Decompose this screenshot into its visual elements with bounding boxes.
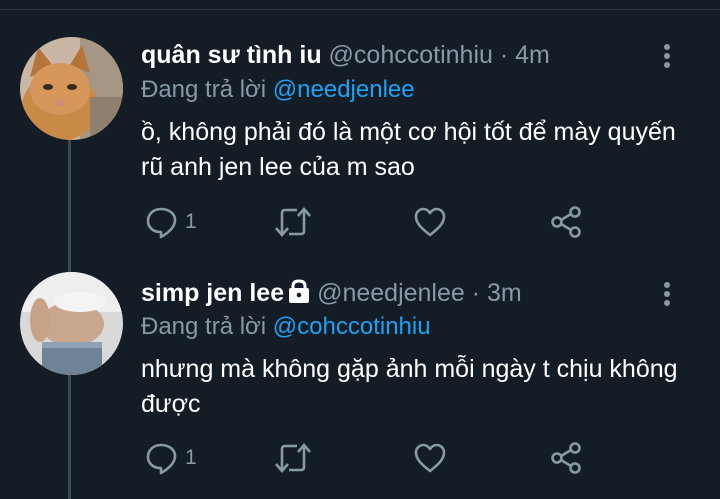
- heart-icon: [414, 207, 446, 237]
- replying-to-line: Đang trả lời @cohccotinhiu: [141, 312, 431, 342]
- reply-count: 1: [185, 210, 197, 233]
- tweet-actions: 1: [141, 438, 601, 478]
- tweet-text: ồ, không phải đó là một cơ hội tốt để mà…: [141, 118, 676, 181]
- username[interactable]: @cohccotinhiu: [329, 41, 493, 69]
- tweet-text: nhưng mà không gặp ảnh mỗi ngày t chịu k…: [141, 355, 678, 418]
- tweet-header: simp jen lee @needjenlee · 3m: [141, 278, 522, 308]
- reply-button[interactable]: 1: [145, 202, 197, 242]
- share-icon: [551, 206, 581, 238]
- retweet-button[interactable]: [273, 202, 313, 242]
- replying-to-line: Đang trả lời @needjenlee: [141, 75, 415, 105]
- more-options-button[interactable]: [662, 44, 672, 71]
- replying-to-label: Đang trả lời: [141, 76, 267, 103]
- display-name[interactable]: simp jen lee: [141, 279, 284, 307]
- retweet-button[interactable]: [273, 438, 313, 478]
- replying-to-mention[interactable]: @needjenlee: [273, 76, 415, 103]
- avatar-user[interactable]: [20, 272, 123, 375]
- share-icon: [551, 442, 581, 474]
- timestamp[interactable]: 3m: [487, 279, 522, 307]
- vertical-dots-icon: [664, 282, 670, 288]
- username[interactable]: @needjenlee: [317, 279, 465, 307]
- timestamp[interactable]: 4m: [515, 41, 550, 69]
- separator-dot: ·: [471, 279, 481, 307]
- heart-icon: [414, 443, 446, 473]
- tweet-actions: 1: [141, 202, 601, 242]
- share-button[interactable]: [549, 438, 583, 478]
- more-options-button[interactable]: [662, 282, 672, 309]
- tweet-header: quân sư tình iu @cohccotinhiu · 4m: [141, 40, 550, 70]
- reply-button[interactable]: 1: [145, 438, 197, 478]
- retweet-icon: [275, 443, 311, 473]
- avatar-cat[interactable]: [20, 37, 123, 140]
- retweet-icon: [275, 207, 311, 237]
- replying-to-label: Đang trả lời: [141, 313, 267, 340]
- reply-count: 1: [185, 446, 197, 469]
- like-button[interactable]: [413, 202, 447, 242]
- separator-dot: ·: [499, 41, 509, 69]
- speech-bubble-icon: [146, 443, 177, 475]
- like-button[interactable]: [413, 438, 447, 478]
- lock-icon: [289, 279, 310, 303]
- display-name[interactable]: quân sư tình iu: [141, 41, 322, 69]
- top-divider: [0, 0, 720, 10]
- share-button[interactable]: [549, 202, 583, 242]
- vertical-dots-icon: [664, 44, 670, 50]
- replying-to-mention[interactable]: @cohccotinhiu: [273, 313, 431, 340]
- speech-bubble-icon: [146, 207, 177, 239]
